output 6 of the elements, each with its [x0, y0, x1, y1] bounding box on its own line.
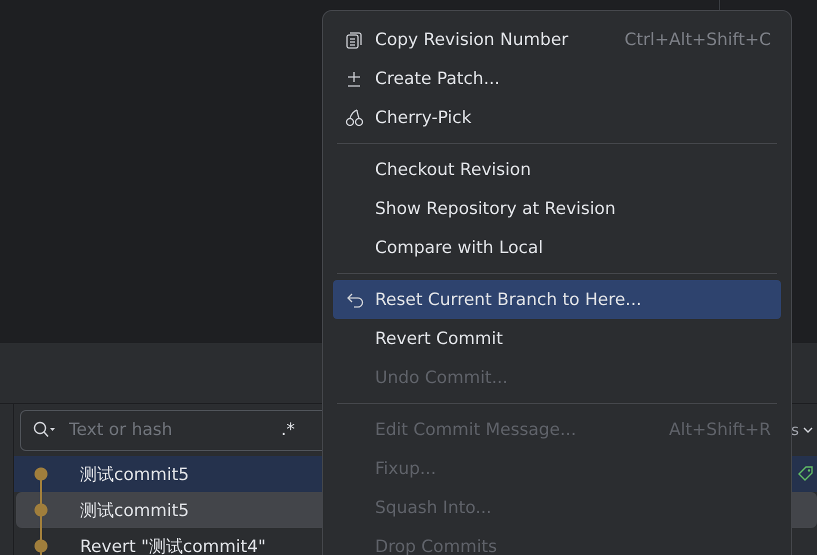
commit-message: 测试commit5 — [80, 464, 190, 486]
shortcut-text: Alt+Shift+R — [669, 420, 771, 440]
commit-message: 测试commit5 — [80, 500, 190, 522]
shortcut-text: Ctrl+Alt+Shift+C — [624, 30, 771, 50]
commit-message: Revert "测试commit4" — [80, 536, 266, 555]
toolbar-text: s — [791, 421, 799, 439]
